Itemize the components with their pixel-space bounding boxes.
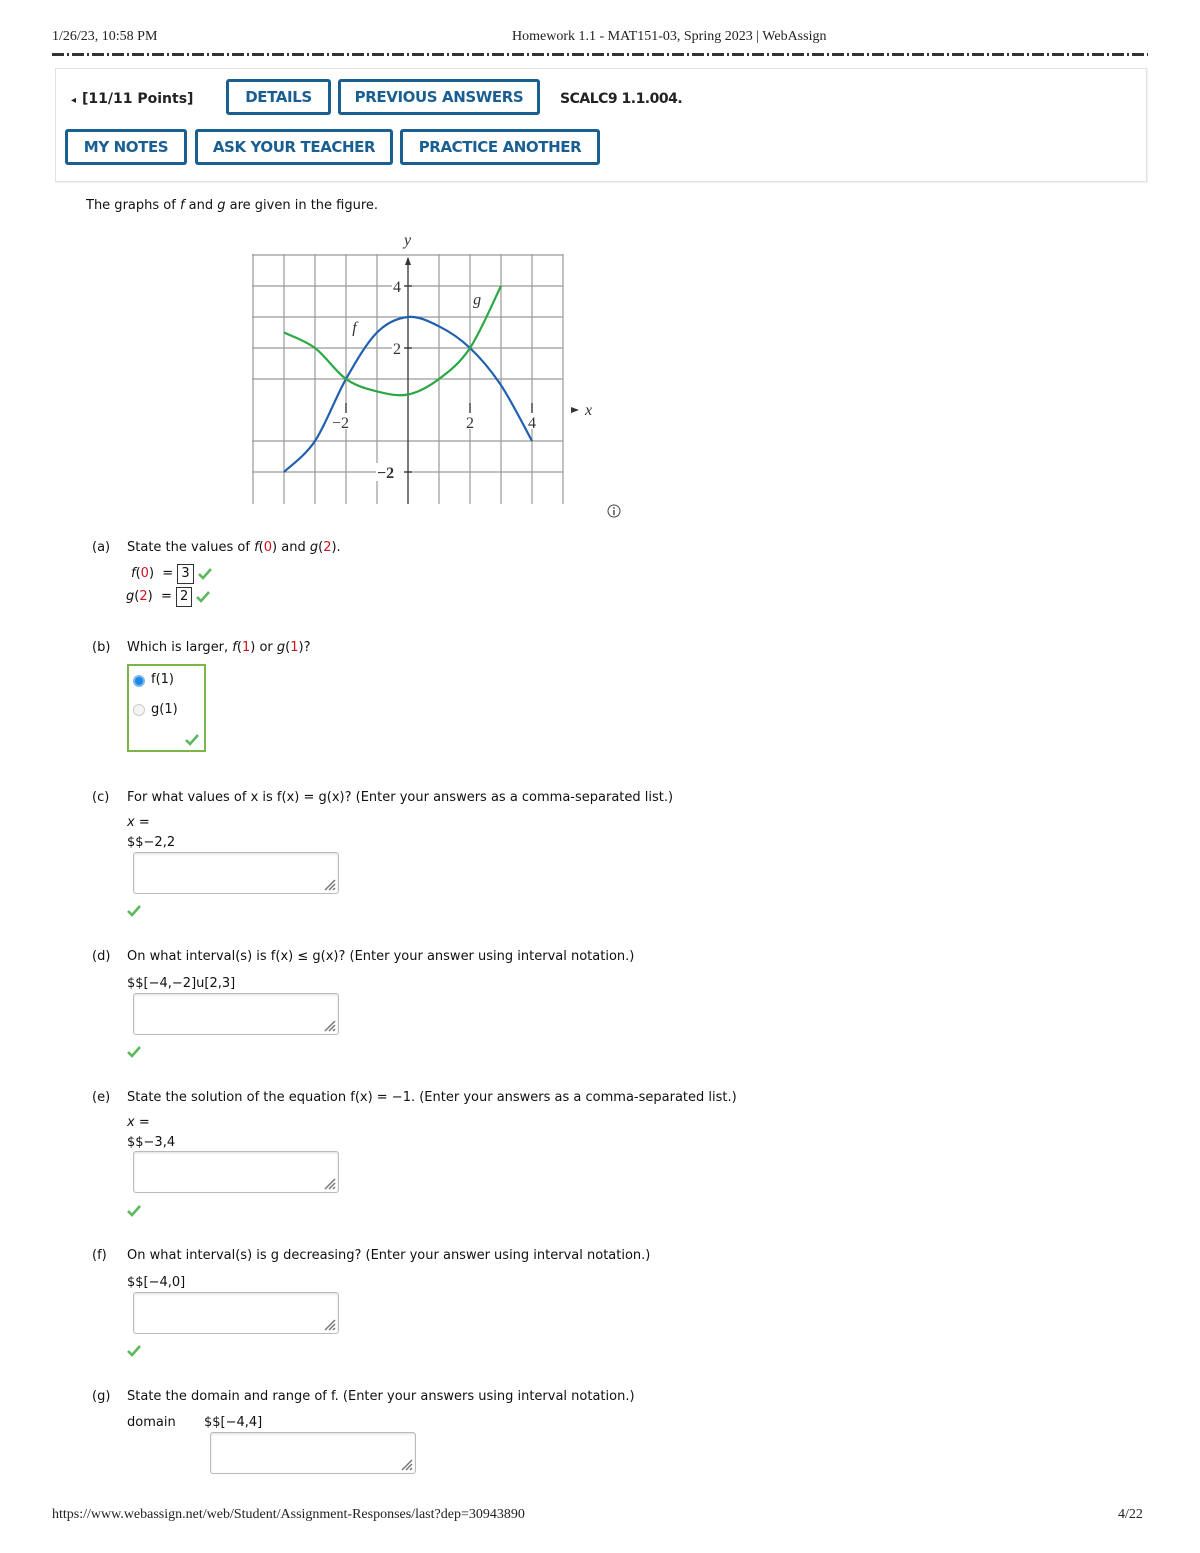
- x-tick-label: −2: [332, 415, 349, 432]
- part-a-f0-row: f(0) = 3: [131, 564, 212, 584]
- y-tick-label: −2: [377, 465, 394, 482]
- part-f-answer-value: $$[−4,0]: [127, 1275, 186, 1290]
- header-divider: [52, 53, 1148, 56]
- print-page-number: 4/22: [1118, 1507, 1143, 1522]
- part-g-domain-textarea[interactable]: [210, 1432, 416, 1474]
- info-icon[interactable]: [607, 504, 621, 518]
- x-tick-label: 4: [528, 415, 536, 432]
- part-a-g2-row: g(2) = 2: [126, 587, 211, 607]
- correct-check-icon: [127, 905, 141, 917]
- part-g-domain-value: $$[−4,4]: [204, 1415, 263, 1430]
- y-axis-arrow: [405, 257, 411, 265]
- g2-answer[interactable]: 2: [176, 587, 193, 607]
- part-b-choice-group: f(1) g(1): [127, 664, 206, 752]
- resize-grip-icon[interactable]: [322, 1018, 336, 1032]
- option-f1-label: f(1): [151, 672, 174, 687]
- part-c-var-label: x =: [127, 815, 150, 830]
- y-tick-label: 2: [393, 341, 401, 358]
- print-title: Homework 1.1 - MAT151-03, Spring 2023 | …: [512, 29, 827, 44]
- radio-g1[interactable]: [133, 704, 145, 716]
- curve-label-g: g: [473, 292, 481, 309]
- correct-check-icon: [127, 1205, 141, 1217]
- correct-check-icon: [196, 590, 211, 603]
- part-d-answer-textarea[interactable]: [133, 993, 339, 1035]
- part-e-var-label: x =: [127, 1115, 150, 1130]
- curve-label-f: f: [352, 320, 359, 337]
- part-f-prompt: (f) On what interval(s) is g decreasing? …: [92, 1248, 651, 1263]
- correct-check-icon: [127, 1046, 141, 1058]
- correct-check-icon: [197, 567, 212, 580]
- print-footer-url: https://www.webassign.net/web/Student/As…: [52, 1507, 525, 1522]
- print-datetime: 1/26/23, 10:58 PM: [52, 29, 158, 44]
- resize-grip-icon[interactable]: [322, 877, 336, 891]
- correct-check-icon: [127, 1345, 141, 1357]
- part-c-prompt: (c) For what values of x is f(x) = g(x)? …: [92, 790, 674, 805]
- y-tick-label: 4: [393, 279, 401, 296]
- practice-another-button[interactable]: PRACTICE ANOTHER: [400, 129, 600, 165]
- part-g-domain-label: domain: [127, 1415, 176, 1430]
- function-graph: −2 2 4 4 2 −2 y x f g: [252, 232, 592, 504]
- part-d-prompt: (d) On what interval(s) is f(x) ≤ g(x)? (…: [92, 949, 635, 964]
- part-e-prompt: (e) State the solution of the equation f(…: [92, 1090, 737, 1105]
- question-intro: The graphs of f and g are given in the f…: [86, 198, 379, 213]
- print-header: 1/26/23, 10:58 PM Homework 1.1 - MAT151-…: [52, 29, 1148, 49]
- collapse-caret-icon[interactable]: ◂: [71, 95, 76, 106]
- y-axis-label: y: [402, 232, 412, 249]
- part-e-answer-textarea[interactable]: [133, 1151, 339, 1193]
- part-c-answer-value: $$−2,2: [127, 835, 176, 850]
- part-d-answer-value: $$[−4,−2]u[2,3]: [127, 976, 236, 991]
- resize-grip-icon[interactable]: [322, 1176, 336, 1190]
- option-g1-label: g(1): [151, 702, 178, 717]
- part-a-prompt: (a) State the values of f(0) and g(2).: [92, 540, 341, 555]
- resize-grip-icon[interactable]: [322, 1317, 336, 1331]
- part-c-answer-textarea[interactable]: [133, 852, 339, 894]
- ask-your-teacher-button[interactable]: ASK YOUR TEACHER: [195, 129, 393, 165]
- question-code: SCALC9 1.1.004.: [560, 91, 683, 107]
- x-tick-label: 2: [466, 415, 474, 432]
- radio-f1-selected[interactable]: [133, 675, 145, 687]
- resize-grip-icon[interactable]: [399, 1457, 413, 1471]
- f0-answer[interactable]: 3: [177, 564, 194, 584]
- my-notes-button[interactable]: MY NOTES: [65, 129, 187, 165]
- x-axis-label: x: [584, 402, 592, 419]
- points-indicator[interactable]: ◂ [11/11 Points]: [71, 91, 193, 107]
- previous-answers-button[interactable]: PREVIOUS ANSWERS: [338, 79, 540, 115]
- question-header: ◂ [11/11 Points] DETAILS PREVIOUS ANSWERS…: [55, 68, 1147, 182]
- part-b-prompt: (b) Which is larger, f(1) or g(1)?: [92, 640, 311, 655]
- correct-check-icon: [185, 734, 199, 746]
- part-f-answer-textarea[interactable]: [133, 1292, 339, 1334]
- part-g-prompt: (g) State the domain and range of f. (Ent…: [92, 1389, 635, 1404]
- part-e-answer-value: $$−3,4: [127, 1135, 176, 1150]
- details-button[interactable]: DETAILS: [226, 79, 331, 115]
- x-axis-arrow: [571, 407, 579, 413]
